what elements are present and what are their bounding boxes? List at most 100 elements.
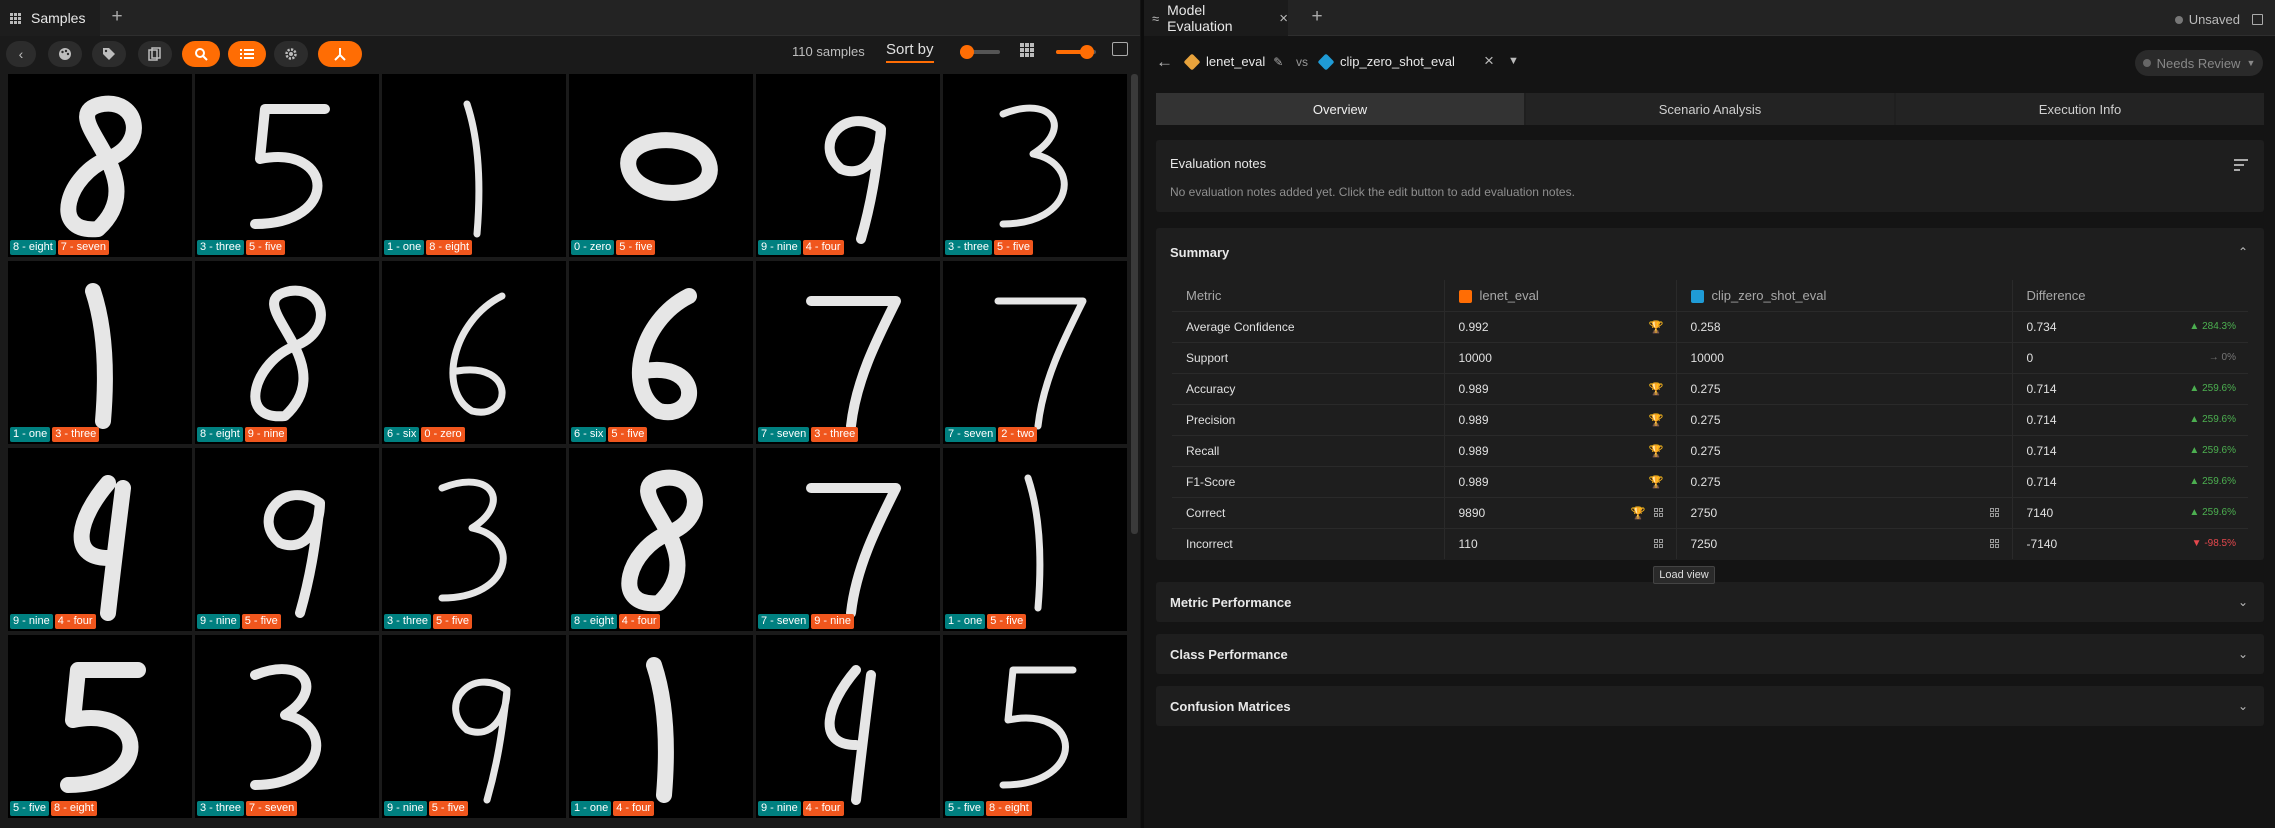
pencil-icon[interactable]: ✎ bbox=[1273, 55, 1283, 69]
side-panel-icon[interactable] bbox=[1112, 42, 1128, 56]
label-tags: 7 - seven 2 - two bbox=[945, 427, 1038, 442]
eval-b-selector[interactable]: clip_zero_shot_eval bbox=[1317, 53, 1455, 70]
ground-truth-tag: 9 - nine bbox=[384, 801, 427, 816]
digit-image bbox=[263, 490, 325, 618]
sample-cell[interactable]: 0 - zero 5 - five bbox=[569, 74, 753, 257]
sample-cell[interactable]: 6 - six 0 - zero bbox=[382, 261, 566, 444]
ground-truth-tag: 3 - three bbox=[945, 240, 992, 255]
tab-overview[interactable]: Overview bbox=[1156, 93, 1524, 125]
eval-b-value: 0.275 bbox=[1675, 434, 2012, 466]
chevron-up-icon[interactable]: ⌃ bbox=[2238, 245, 2248, 259]
sample-cell[interactable]: 3 - three 5 - five bbox=[195, 74, 379, 257]
chevron-down-icon[interactable]: ⌄ bbox=[2238, 699, 2248, 713]
sample-cell[interactable]: 1 - one 3 - three bbox=[8, 261, 192, 444]
eval-a-value-text: 0.989 bbox=[1458, 443, 1489, 458]
layout-icon[interactable] bbox=[2252, 14, 2263, 25]
load-view-icon[interactable] bbox=[1989, 538, 2000, 549]
label-tags: 3 - three 5 - five bbox=[945, 240, 1033, 255]
sample-cell[interactable]: 1 - one 8 - eight bbox=[382, 74, 566, 257]
sample-cell[interactable]: 8 - eight 7 - seven bbox=[8, 74, 192, 257]
status-dot-icon bbox=[2174, 15, 2183, 24]
sample-cell[interactable]: 7 - seven 2 - two bbox=[943, 261, 1127, 444]
ground-truth-tag: 9 - nine bbox=[10, 614, 53, 629]
sample-cell[interactable]: 8 - eight 9 - nine bbox=[195, 261, 379, 444]
delta-value: -98.5% bbox=[2204, 537, 2236, 549]
add-tab-button[interactable]: + bbox=[106, 6, 128, 28]
back-button[interactable]: ‹ bbox=[6, 41, 36, 67]
pin-button[interactable] bbox=[318, 41, 362, 67]
eval-a-value-text: 9890 bbox=[1458, 505, 1486, 520]
pin-icon bbox=[334, 48, 346, 61]
eval-a-selector[interactable]: lenet_eval ✎ bbox=[1183, 53, 1283, 70]
list-button[interactable] bbox=[228, 41, 266, 67]
load-view-icon[interactable] bbox=[1653, 507, 1664, 518]
delta-badge: ▲ 259.6% bbox=[2189, 413, 2236, 425]
edit-notes-icon[interactable] bbox=[2234, 159, 2250, 171]
load-view-icon[interactable] bbox=[1989, 507, 2000, 518]
close-tab-icon[interactable]: × bbox=[1279, 10, 1288, 27]
sample-cell[interactable]: 9 - nine 5 - five bbox=[382, 635, 566, 818]
metric-name: Precision bbox=[1172, 403, 1444, 435]
sample-cell[interactable]: 9 - nine 4 - four bbox=[8, 448, 192, 631]
label-tags: 3 - three 7 - seven bbox=[197, 801, 298, 816]
tab-scenario-analysis[interactable]: Scenario Analysis bbox=[1526, 93, 1894, 125]
prediction-tag: 5 - five bbox=[987, 614, 1027, 629]
eval-b-value-text: 7250 bbox=[1690, 536, 1718, 551]
label-tags: 1 - one 3 - three bbox=[10, 427, 100, 442]
samples-tab[interactable]: Samples bbox=[0, 0, 100, 36]
grid-view-icon[interactable] bbox=[1020, 43, 1034, 57]
sample-cell[interactable]: 1 - one 4 - four bbox=[569, 635, 753, 818]
sample-cell[interactable]: 7 - seven 3 - three bbox=[756, 261, 940, 444]
copy-button[interactable] bbox=[138, 41, 172, 67]
summary-row: Support 10000 10000 0 → 0% bbox=[1172, 341, 2248, 373]
sample-cell[interactable]: 6 - six 5 - five bbox=[569, 261, 753, 444]
add-tab-button[interactable]: + bbox=[1306, 6, 1328, 28]
class-performance-card[interactable]: Class Performance ⌄ bbox=[1156, 634, 2264, 674]
sample-cell[interactable]: 1 - one 5 - five bbox=[943, 448, 1127, 631]
layers-icon bbox=[1183, 53, 1201, 70]
tab-execution-info[interactable]: Execution Info bbox=[1896, 93, 2264, 125]
eval-b-value-text: 0.275 bbox=[1690, 474, 1721, 489]
sample-cell[interactable]: 3 - three 7 - seven bbox=[195, 635, 379, 818]
sample-cell[interactable]: 9 - nine 4 - four bbox=[756, 635, 940, 818]
summary-row: Incorrect 110 7250 -7140 ▼ -98.5% bbox=[1172, 527, 2248, 559]
sample-cell[interactable]: 7 - seven 9 - nine bbox=[756, 448, 940, 631]
sample-cell[interactable]: 8 - eight 4 - four bbox=[569, 448, 753, 631]
sample-cell[interactable]: 5 - five 8 - eight bbox=[943, 635, 1127, 818]
back-arrow-icon[interactable]: ← bbox=[1156, 52, 1173, 72]
color-palette-icon bbox=[59, 48, 71, 60]
review-status-dropdown[interactable]: Needs Review ▼ bbox=[2135, 50, 2263, 76]
clear-comparison-icon[interactable]: × bbox=[1484, 51, 1494, 71]
sample-cell[interactable]: 9 - nine 5 - five bbox=[195, 448, 379, 631]
summary-title[interactable]: Summary bbox=[1170, 245, 1229, 260]
digit-image bbox=[73, 475, 131, 621]
model-evaluation-tab[interactable]: ≈ Model Evaluation × bbox=[1144, 0, 1288, 36]
sample-cell[interactable]: 5 - five 8 - eight bbox=[8, 635, 192, 818]
color-palette-button[interactable] bbox=[48, 41, 82, 67]
grid-size-slider[interactable] bbox=[1056, 44, 1096, 60]
metric-name: Support bbox=[1172, 341, 1444, 373]
gallery-scrollbar[interactable] bbox=[1131, 74, 1138, 534]
zoom-slider[interactable] bbox=[960, 44, 1000, 60]
chevron-down-icon[interactable]: ⌄ bbox=[2238, 647, 2248, 661]
label-tags: 6 - six 5 - five bbox=[571, 427, 648, 442]
sample-cell[interactable]: 3 - three 5 - five bbox=[943, 74, 1127, 257]
evaluation-compare-bar: ← lenet_eval ✎ vs clip_zero_shot_eval × … bbox=[1144, 44, 2275, 80]
chevron-down-icon[interactable]: ▼ bbox=[1508, 55, 1519, 67]
chevron-down-icon[interactable]: ⌄ bbox=[2238, 595, 2248, 609]
notes-text: No evaluation notes added yet. Click the… bbox=[1170, 185, 1575, 199]
sort-by-button[interactable]: Sort by bbox=[886, 41, 934, 63]
load-view-icon[interactable] bbox=[1653, 538, 1664, 549]
sample-cell[interactable]: 3 - three 5 - five bbox=[382, 448, 566, 631]
tag-button[interactable] bbox=[92, 41, 126, 67]
ground-truth-tag: 1 - one bbox=[571, 801, 612, 816]
sample-cell[interactable]: 9 - nine 4 - four bbox=[756, 74, 940, 257]
eval-b-swatch bbox=[1690, 289, 1704, 303]
label-tags: 8 - eight 9 - nine bbox=[197, 427, 288, 442]
settings-button[interactable] bbox=[274, 41, 308, 67]
confusion-matrices-card[interactable]: Confusion Matrices ⌄ bbox=[1156, 686, 2264, 726]
search-button[interactable] bbox=[182, 41, 220, 67]
eval-a-value: 0.989 🏆 bbox=[1443, 372, 1676, 404]
metric-performance-card[interactable]: Metric Performance ⌄ bbox=[1156, 582, 2264, 622]
label-tags: 9 - nine 5 - five bbox=[197, 614, 281, 629]
